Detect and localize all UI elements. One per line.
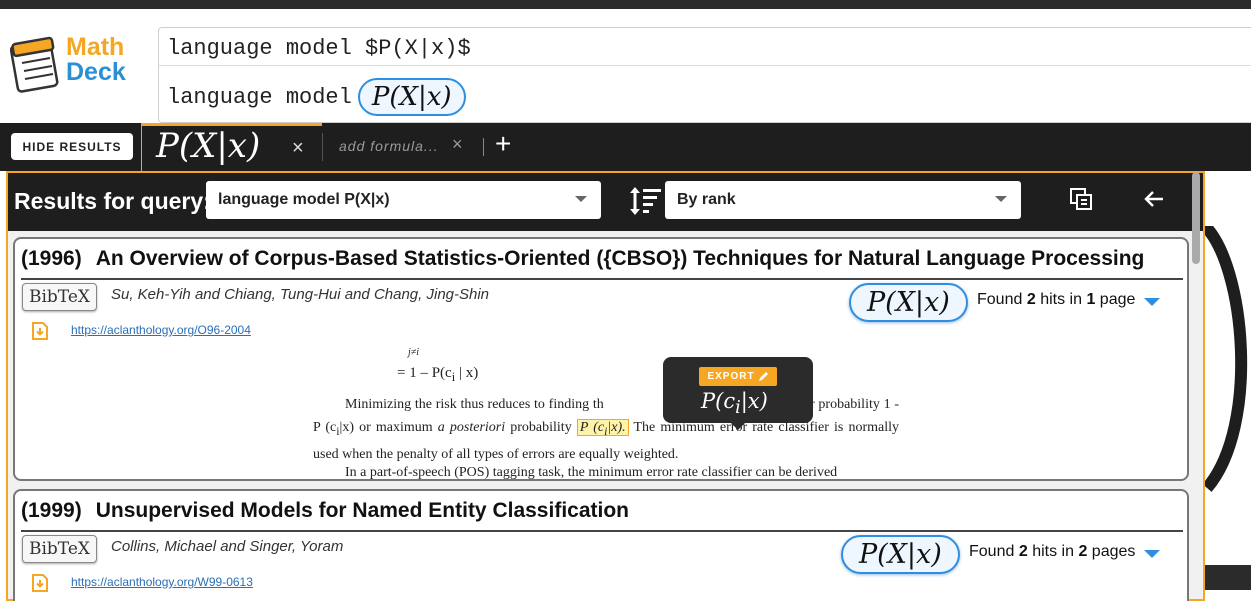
query-editor[interactable]: language model $P(X|x)$ language model P… [158,27,1251,123]
formula-tabbar: HIDE RESULTS P(X|x) × add formula... × + [0,123,1251,171]
hits-count: 2 [1018,543,1028,560]
hits-prefix: Found [969,543,1015,560]
top-strip [0,0,1251,9]
hit-formula-pill[interactable]: P(X|x) [841,535,960,574]
hit-formula-pill[interactable]: P(X|x) [849,283,968,322]
result-title[interactable]: (1999) Unsupervised Models for Named Enti… [21,499,629,523]
snippet-text: |x) or maximum [339,420,433,435]
snippet-text: Minimizing the risk thus reduces to find… [345,397,604,412]
export-label: EXPORT [707,371,755,382]
pages-label: page [1099,291,1136,308]
hits-count: 2 [1026,291,1036,308]
sort-icon[interactable] [627,185,663,217]
close-icon[interactable]: × [292,137,304,160]
tab-divider [322,133,323,161]
logo-line-deck: Deck [66,58,126,86]
equation-subscript: j≠i [408,347,420,358]
result-title-text: Unsupervised Models for Named Entity Cla… [95,499,629,522]
chevron-down-icon [995,196,1007,202]
chevron-down-icon[interactable] [1144,298,1160,306]
result-title[interactable]: (1996) An Overview of Corpus-Based Statis… [21,247,1144,271]
pdf-download-icon[interactable] [31,574,49,592]
results-header: Results for query: language model P(X|x)… [8,173,1203,231]
pages-count: 2 [1078,543,1088,560]
result-card: (1999) Unsupervised Models for Named Enti… [13,489,1189,601]
pages-label: pages [1091,543,1136,560]
tooltip-arrow [731,423,745,430]
result-year: (1999) [21,499,82,522]
hits-mid: hits in [1032,543,1074,560]
title-divider [21,278,1183,280]
result-authors: Su, Keh-Yih and Chiang, Tung-Hui and Cha… [111,286,490,303]
result-url-link[interactable]: https://aclanthology.org/O96-2004 [71,323,251,337]
export-button[interactable]: EXPORT [699,367,777,386]
add-formula-tab[interactable]: add formula... [339,138,439,154]
bibtex-button[interactable]: BibTeX [22,535,97,563]
logo-line-math: Math [66,33,125,61]
formula-tooltip: EXPORT P(ci|x) [663,357,813,430]
result-url-link[interactable]: https://aclanthology.org/W99-0613 [71,575,253,589]
result-card: (1996) An Overview of Corpus-Based Statis… [13,237,1189,481]
logo-wordmark: Math Deck [66,35,126,85]
notebook-logo-icon [10,36,59,93]
snippet-text: probability [510,420,572,435]
query-select[interactable]: language model P(X|x) [206,181,601,219]
pages-count: 1 [1086,291,1096,308]
query-rendered-text: language model [167,84,352,110]
tab-formula-active[interactable]: P(X|x) × [141,123,322,171]
hits-summary: Found 2 hits in 1 page [977,291,1135,309]
query-rendered: language model P(X|x) [167,78,466,116]
plus-icon[interactable]: + [495,128,511,160]
equation-line: = 1 – P(ci | x) [397,365,478,385]
query-formula-pill[interactable]: P(X|x) [357,78,466,116]
result-year: (1996) [21,247,82,270]
pdf-download-icon[interactable] [31,322,49,340]
sort-select[interactable]: By rank [665,181,1021,219]
parenthesis-preview-icon [1205,226,1248,492]
query-select-value: language model P(X|x) [218,191,390,208]
result-authors: Collins, Michael and Singer, Yoram [111,538,344,555]
tab-formula-label: P(X|x) [156,126,261,166]
app-logo[interactable]: Math Deck [8,33,148,103]
result-title-text: An Overview of Corpus-Based Statistics-O… [95,247,1145,270]
equation-text: = 1 – P(c [397,365,452,381]
results-panel: Results for query: language model P(X|x)… [6,171,1205,601]
highlighted-formula[interactable]: P (ci|x). [576,419,629,438]
hits-prefix: Found [977,291,1023,308]
results-list[interactable]: (1996) An Overview of Corpus-Based Statis… [8,231,1203,601]
scrollbar-thumb[interactable] [1192,172,1200,264]
tooltip-formula: P(ci|x) [701,389,768,419]
arrow-left-icon[interactable] [1143,188,1165,210]
title-divider [21,530,1183,532]
app-header: Math Deck language model $P(X|x)$ langua… [0,9,1251,123]
snippet-paragraph: In a part-of-speech (POS) tagging task, … [345,465,838,479]
hits-summary: Found 2 hits in 2 pages [969,543,1135,561]
query-raw-input[interactable]: language model $P(X|x)$ [167,36,471,61]
copy-icon[interactable] [1069,187,1093,211]
side-preview [1205,171,1251,601]
sort-select-value: By rank [677,191,736,208]
hide-results-button[interactable]: HIDE RESULTS [11,133,133,160]
close-icon[interactable]: × [452,134,463,155]
hits-mid: hits in [1040,291,1082,308]
chevron-down-icon[interactable] [1144,550,1160,558]
snippet-italic: a posteriori [437,420,506,435]
highlight-text: P (c [579,420,605,435]
highlight-text: |x). [607,420,626,435]
pencil-icon [758,372,768,381]
bottom-bar [1205,565,1251,590]
equation-tail: | x) [455,365,479,381]
chevron-down-icon [575,196,587,202]
tab-divider [483,138,484,156]
query-divider [159,65,1251,66]
results-label: Results for query: [14,188,211,214]
bibtex-button[interactable]: BibTeX [22,283,97,311]
